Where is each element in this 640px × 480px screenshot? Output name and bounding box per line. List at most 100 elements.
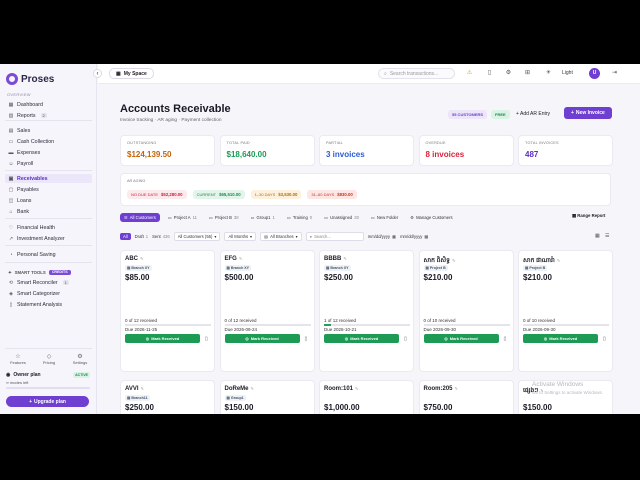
tab-count: 38 [233, 215, 239, 220]
collapse-sidebar-button[interactable]: ‹ [93, 69, 102, 78]
aging-bucket-no-due-date[interactable]: NO DUE DATE $52,280.00 [127, 190, 187, 199]
new-invoice-button[interactable]: + New Invoice [564, 107, 612, 119]
filter-draft[interactable]: Draft 1 [135, 234, 148, 239]
mark-received-button[interactable]: ◎ Mark Received [125, 334, 200, 343]
sun-icon[interactable]: ☀ [544, 69, 553, 78]
sidebar-item-receivables[interactable]: ▣ Receivables [5, 174, 92, 183]
invoice-card[interactable]: DoReMe ✎ ▤ Group1 $150.00 [219, 380, 315, 414]
space-switcher[interactable]: ▦ My Space [109, 68, 154, 79]
aging-bucket-1-30-days[interactable]: 1–30 DAYS $3,530.00 [250, 190, 302, 199]
invoice-card[interactable]: សាក ពិសិទ្ធ ✎ ▤ Project B $210.00 0 of 10 re… [418, 250, 514, 372]
sidebar-item-payroll[interactable]: ☺ Payroll [5, 159, 92, 168]
list-view-icon[interactable]: ☰ [605, 233, 609, 239]
invoice-card[interactable]: ABC ✎ ▤ Branch XY $85.00 0 of 12 received Due… [120, 250, 215, 372]
tab-label: Project B [214, 215, 232, 220]
mark-received-button[interactable]: ◎ Mark Received [224, 334, 300, 343]
invoice-card[interactable]: AVVI ✎ ▤ Branch11 $250.00 [120, 380, 215, 414]
plan-name: Owner plan [13, 372, 41, 378]
filter-all[interactable]: All [120, 232, 131, 240]
customers-select[interactable]: All Customers (55) ▾ [173, 231, 221, 241]
add-ar-entry-button[interactable]: + Add AR Entry [512, 109, 554, 119]
aging-bucket-current[interactable]: CURRENT $65,510.00 [192, 190, 245, 199]
book-icon[interactable]: ▯ [485, 69, 494, 78]
edit-icon[interactable]: ✎ [251, 386, 254, 391]
edit-icon[interactable]: ✎ [141, 386, 144, 391]
sidebar-item-loans[interactable]: ◫ Loans [5, 196, 92, 205]
filter-sent[interactable]: Sent 436 [152, 234, 170, 239]
mark-received-button[interactable]: ◎ Mark Received [523, 334, 598, 343]
edit-icon[interactable]: ✎ [140, 256, 143, 261]
date-from-input[interactable]: mm/dd/yyyy ▦ [368, 234, 396, 239]
tab-project-b[interactable]: ▭ Project B 38 [205, 213, 243, 222]
invoice-card[interactable]: Room:101 ✎ $1,000.00 [319, 380, 414, 414]
range-report-button[interactable]: ▦ Range Report [572, 213, 605, 219]
layout-icon[interactable]: ⊞ [523, 69, 532, 78]
edit-icon[interactable]: ✎ [343, 256, 346, 261]
tab-new-folder[interactable]: ▭ New Folder [367, 213, 402, 222]
aging-bucket-31-60-days[interactable]: 31–60 DAYS $830.00 [307, 190, 357, 199]
divider [5, 245, 92, 246]
grid-view-icon[interactable]: ▦ [595, 233, 600, 239]
sidebar-item-investment-analyzer[interactable]: ↗ Investment Analyzer [5, 234, 92, 243]
invoice-card[interactable]: EFG ✎ ▤ Branch XY $500.00 0 of 12 received Du… [219, 250, 315, 372]
features-link[interactable]: ☆ Features [6, 353, 30, 365]
edit-icon[interactable]: ✎ [239, 256, 242, 261]
warning-icon[interactable]: ⚠ [465, 69, 474, 78]
tab-group1[interactable]: ▭ Group1 1 [247, 213, 279, 222]
tab-training[interactable]: ▭ Training 0 [283, 213, 316, 222]
smart-item-smart-categorizer[interactable]: ◈ Smart Categorizer [5, 289, 92, 298]
mark-received-button[interactable]: ◎ Mark Received [423, 334, 499, 343]
document-icon[interactable]: ▯ [205, 336, 208, 342]
sidebar-item-bank[interactable]: ⌂ Bank [5, 207, 92, 216]
smart-item-smart-reconciler[interactable]: ⟲ Smart Reconciler 1 [5, 278, 92, 287]
sidebar-item-financial-health[interactable]: ♡ Financial Health [5, 223, 92, 232]
aging-bucket-value: $65,510.00 [219, 192, 241, 197]
sidebar-item-dashboard[interactable]: ▦ Dashboard [5, 100, 92, 109]
card-customer-name: BBBB ✎ [324, 256, 347, 262]
document-icon[interactable]: ▯ [404, 336, 407, 342]
invoice-card[interactable]: BBBB ✎ ▤ Branch XY $250.00 1 of 12 received D… [319, 250, 414, 372]
branches-select[interactable]: ▤ All Branches ▾ [260, 231, 302, 241]
invoice-card[interactable]: សាក ផាណារ៉ា ✎ ▤ Project B $210.00 0 of 10 re… [518, 250, 613, 372]
document-icon[interactable]: ▯ [603, 336, 606, 342]
main-content: Accounts Receivable Invoice tracking · A… [98, 85, 640, 414]
document-icon[interactable]: ▯ [305, 336, 308, 342]
sidebar-item-expenses[interactable]: ▬ Expenses [5, 148, 92, 157]
invoice-card[interactable]: Room:205 ✎ $750.00 [418, 380, 514, 414]
edit-icon[interactable]: ✎ [557, 258, 560, 263]
divider [5, 262, 92, 263]
card-icon: ▬ [8, 149, 14, 156]
edit-icon[interactable]: ✎ [355, 386, 358, 391]
pricing-link[interactable]: ◇ Pricing [37, 353, 61, 365]
tab-unassigned[interactable]: ▭ Unassigned 30 [320, 213, 363, 222]
sidebar: Proses OVERVIEW ▦ Dashboard ▥ Reports 2 ▤ Sale… [0, 64, 97, 414]
invoice-search-input[interactable]: ⌕ Search... [305, 231, 364, 241]
tab-manage-customers[interactable]: ⚙ Manage Customers [406, 213, 456, 222]
sidebar-item-reports[interactable]: ▥ Reports 2 [5, 111, 92, 120]
logout-icon[interactable]: ⇥ [610, 69, 619, 78]
document-icon[interactable]: ▯ [504, 336, 507, 342]
card-name-text: Room:101 [324, 386, 354, 392]
mark-received-button[interactable]: ◎ Mark Received [324, 334, 399, 343]
sidebar-item-payables[interactable]: ▢ Payables [5, 185, 92, 194]
tab-all-customers[interactable]: ☰ All Customers [120, 213, 160, 222]
folder-icon: ▭ [250, 215, 255, 220]
edit-icon[interactable]: ✎ [455, 386, 458, 391]
avatar[interactable]: U [589, 68, 600, 79]
card-tag-text: Branch XY [330, 266, 349, 270]
global-search-input[interactable]: ⌕ Search transactions... [378, 68, 455, 79]
upgrade-plan-button[interactable]: + Upgrade plan [6, 396, 89, 407]
brand[interactable]: Proses [6, 73, 54, 85]
tab-project-a[interactable]: ▭ Project A 11 [164, 213, 201, 222]
months-select[interactable]: All Months ▾ [224, 231, 257, 241]
settings-link[interactable]: ⚙ Settings [68, 353, 92, 365]
settings-icon[interactable]: ⚙ [504, 69, 513, 78]
theme-label[interactable]: Light [562, 70, 573, 76]
sidebar-item-cash-collection[interactable]: ▭ Cash Collection [5, 137, 92, 146]
sidebar-item-personal-saving[interactable]: ◔ Personal Saving [5, 250, 92, 259]
sidebar-item-sales[interactable]: ▤ Sales [5, 126, 92, 135]
smart-tools-header[interactable]: ✦ SMART TOOLS CREDITS [5, 268, 92, 277]
edit-icon[interactable]: ✎ [452, 258, 455, 263]
date-to-input[interactable]: mm/dd/yyyy ▦ [400, 234, 428, 239]
smart-item-statement-analysis[interactable]: ▯ Statement Analysis [5, 300, 92, 309]
